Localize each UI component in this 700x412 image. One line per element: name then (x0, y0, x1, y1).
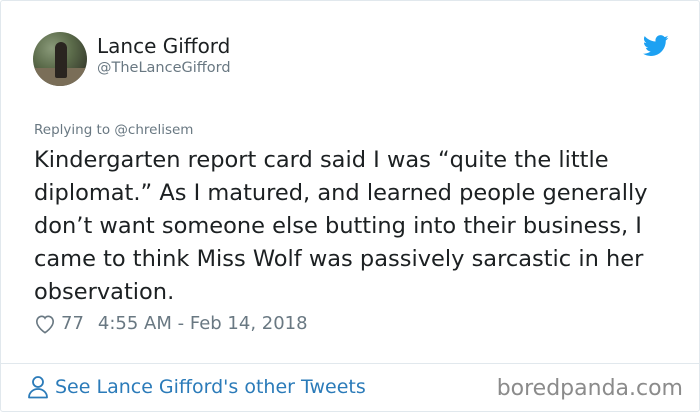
watermark: boredpanda.com (496, 376, 683, 401)
footer-divider (1, 363, 699, 364)
tweet-text: Kindergarten report card said I was “qui… (34, 147, 648, 305)
author-display-name[interactable]: Lance Gifford (97, 34, 230, 58)
author-handle[interactable]: @TheLanceGifford (97, 60, 231, 76)
see-other-tweets-label[interactable]: See Lance Gifford's other Tweets (55, 376, 366, 398)
avatar-figure (55, 42, 67, 78)
tweet-card: Lance Gifford @TheLanceGifford Replying … (0, 0, 700, 412)
tweet-meta: 77 4:55 AM - Feb 14, 2018 (34, 313, 308, 334)
reply-context[interactable]: Replying to @chrelisem (34, 122, 193, 138)
twitter-bird-icon[interactable] (643, 35, 669, 57)
person-icon (28, 376, 48, 399)
avatar[interactable] (33, 32, 87, 86)
see-other-tweets-link[interactable]: See Lance Gifford's other Tweets (27, 375, 366, 399)
tweet-timestamp[interactable]: 4:55 AM - Feb 14, 2018 (98, 313, 308, 334)
heart-icon[interactable] (34, 314, 56, 334)
like-count[interactable]: 77 (61, 313, 84, 334)
